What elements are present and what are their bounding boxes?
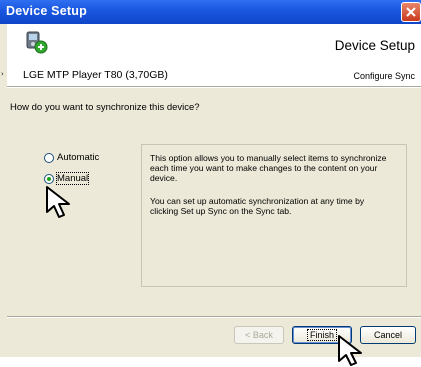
cancel-button-label: Cancel	[373, 330, 402, 340]
radio-automatic-label[interactable]: Automatic	[57, 152, 99, 163]
close-button[interactable]	[401, 2, 421, 22]
footer-divider	[7, 316, 421, 318]
wizard-header: Device Setup LGE MTP Player T80 (3,70GB)…	[7, 24, 421, 86]
pointer-cursor-icon	[46, 186, 70, 218]
device-name-label: LGE MTP Player T80 (3,70GB)	[23, 69, 168, 81]
radio-manual-circle[interactable]	[44, 173, 54, 184]
window-title: Device Setup	[6, 4, 87, 18]
pointer-cursor-icon-2	[338, 335, 362, 366]
device-setup-window: Device Setup Device Setup LGE MTP Player…	[0, 0, 421, 357]
page-title: Device Setup	[334, 38, 415, 53]
option-description-panel: This option allows you to manually selec…	[141, 144, 407, 287]
finish-button-label: Finish	[306, 329, 338, 341]
edge-mark: ›	[1, 70, 4, 78]
back-button[interactable]: < Back	[234, 326, 284, 344]
header-divider	[7, 86, 421, 88]
radio-manual[interactable]: Manual	[44, 172, 90, 185]
device-sync-icon	[26, 31, 48, 54]
radio-automatic[interactable]: Automatic	[44, 152, 99, 163]
close-icon	[406, 7, 416, 17]
step-subtitle: Configure Sync	[353, 71, 415, 81]
title-bar[interactable]: Device Setup	[0, 0, 421, 24]
description-text: This option allows you to manually selec…	[150, 153, 387, 183]
sync-question: How do you want to synchronize this devi…	[10, 102, 200, 113]
radio-automatic-circle[interactable]	[44, 152, 54, 163]
description-hint: You can set up automatic synchronization…	[150, 196, 365, 216]
back-button-label: < Back	[245, 330, 273, 340]
radio-manual-label[interactable]: Manual	[55, 172, 90, 185]
